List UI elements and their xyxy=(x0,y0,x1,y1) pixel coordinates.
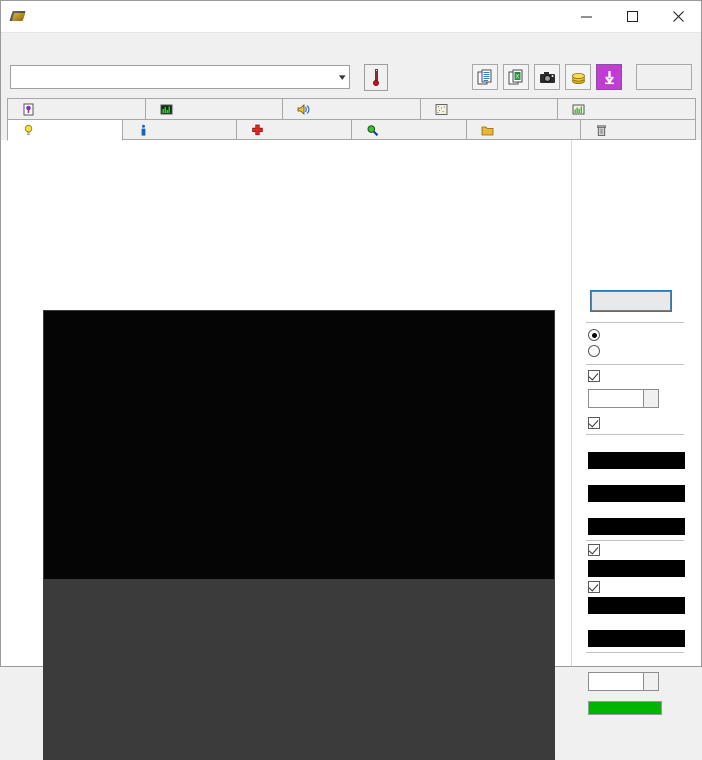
tab-file-benchmark[interactable] xyxy=(7,98,146,119)
tab-health[interactable] xyxy=(236,119,353,141)
folder-icon xyxy=(481,126,494,136)
tab-erase[interactable] xyxy=(580,119,697,141)
read-radio[interactable] xyxy=(588,329,606,341)
excel-export-icon: X xyxy=(508,69,522,84)
watermark xyxy=(546,755,552,757)
tab-row-top xyxy=(7,98,696,119)
donate-button[interactable] xyxy=(565,64,591,90)
hdtune-window: ▾ X xyxy=(0,0,702,760)
health-cross-icon xyxy=(252,124,264,136)
tab-aam[interactable] xyxy=(282,98,421,119)
short-stroke-spin-buttons[interactable] xyxy=(644,389,659,408)
pass-progress-bar xyxy=(588,701,662,715)
trash-icon xyxy=(597,125,607,136)
short-stroke-checkbox-box xyxy=(588,370,600,382)
menu-bar xyxy=(1,33,701,56)
transfer-rate-checkbox-box xyxy=(588,417,600,429)
screenshot-button[interactable] xyxy=(534,64,560,90)
short-stroke-checkbox[interactable] xyxy=(588,370,606,382)
passes-spin-up[interactable] xyxy=(644,673,658,682)
toolbar: ▾ X xyxy=(1,56,701,98)
divider-3 xyxy=(586,434,684,435)
benchmark-panel xyxy=(1,140,701,760)
passes-stepper[interactable] xyxy=(588,672,659,691)
thermometer-icon xyxy=(373,68,379,86)
passes-input[interactable] xyxy=(588,672,644,691)
maximum-value xyxy=(588,485,685,502)
burst-rate-checkbox-box xyxy=(588,581,600,593)
tab-disk-monitor[interactable] xyxy=(144,98,284,119)
write-radio-indicator xyxy=(588,345,600,357)
short-stroke-input[interactable] xyxy=(588,389,644,408)
transfer-rate-checkbox[interactable] xyxy=(588,417,606,429)
info-icon xyxy=(141,124,146,136)
camera-icon xyxy=(539,71,555,83)
chart-area xyxy=(1,140,571,760)
save-button[interactable] xyxy=(596,64,622,90)
tab-extra-tests[interactable] xyxy=(557,98,696,119)
chevron-down-icon: ▾ xyxy=(339,71,347,82)
average-value xyxy=(588,518,685,535)
svg-text:X: X xyxy=(515,73,520,80)
minimum-value xyxy=(588,452,685,469)
hdtune-logo-icon xyxy=(9,8,27,25)
tab-folder-usage[interactable] xyxy=(465,119,582,141)
maximize-icon[interactable] xyxy=(609,1,655,32)
close-icon[interactable] xyxy=(655,1,701,32)
magnifier-icon xyxy=(367,125,379,137)
disk-monitor-icon xyxy=(160,104,173,114)
drive-select[interactable]: ▾ xyxy=(10,65,350,89)
window-controls xyxy=(563,1,701,32)
passes-spin-buttons[interactable] xyxy=(644,672,659,691)
coins-icon xyxy=(571,72,585,84)
copy-documents-icon xyxy=(477,69,491,84)
benchmark-bulb-icon xyxy=(24,124,33,135)
menu-file[interactable] xyxy=(9,42,31,46)
burst-rate-checkbox[interactable] xyxy=(588,581,606,593)
minimize-icon[interactable] xyxy=(563,1,609,32)
tab-random-access[interactable] xyxy=(419,98,559,119)
speaker-icon xyxy=(297,103,310,115)
divider-1 xyxy=(586,322,684,323)
tab-row-bottom xyxy=(7,119,697,141)
access-time-checkbox-box xyxy=(588,544,600,556)
tab-strip xyxy=(1,98,701,141)
extra-tests-icon xyxy=(572,104,585,114)
burst-rate-value xyxy=(588,597,685,614)
results-panel xyxy=(571,140,701,715)
title-bar xyxy=(1,1,701,33)
passes-spin-down[interactable] xyxy=(644,682,658,691)
tab-error-scan[interactable] xyxy=(351,119,467,141)
short-stroke-spin-up[interactable] xyxy=(644,390,658,399)
short-stroke-spin-down[interactable] xyxy=(644,399,658,408)
export-to-excel-button[interactable]: X xyxy=(503,64,529,90)
download-arrow-icon xyxy=(600,68,618,86)
write-radio[interactable] xyxy=(588,345,606,357)
tab-info[interactable] xyxy=(121,119,238,141)
tab-benchmark[interactable] xyxy=(7,119,123,141)
divider-2 xyxy=(586,364,684,365)
access-time-value xyxy=(588,560,685,577)
divider-5 xyxy=(586,652,684,653)
toolbar-buttons: X xyxy=(472,64,692,90)
exit-button[interactable] xyxy=(636,64,692,90)
cpu-usage-value xyxy=(588,630,685,647)
short-stroke-stepper[interactable] xyxy=(588,389,667,408)
copy-to-clipboard-button[interactable] xyxy=(472,64,498,90)
access-time-checkbox[interactable] xyxy=(588,544,606,556)
start-button[interactable] xyxy=(591,291,671,311)
benchmark-graph xyxy=(43,310,555,760)
file-benchmark-icon xyxy=(23,103,34,115)
transfer-rate-series xyxy=(44,311,554,759)
menu-help[interactable] xyxy=(31,42,53,46)
random-access-icon xyxy=(435,103,448,115)
temperature-button[interactable] xyxy=(364,63,388,91)
read-radio-indicator xyxy=(588,329,600,341)
divider-4 xyxy=(586,540,684,541)
